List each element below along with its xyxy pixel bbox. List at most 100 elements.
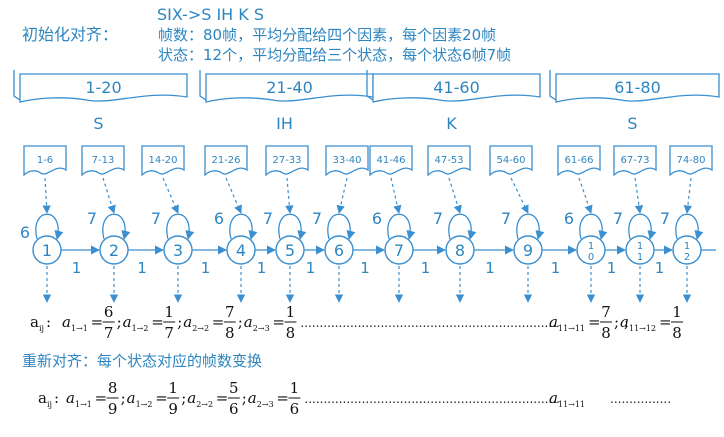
frame-to-state-arrow bbox=[510, 177, 529, 214]
fraction-numerator: 6 bbox=[104, 303, 114, 321]
state-number: 7 bbox=[394, 241, 404, 260]
hmm-state: 10 6 bbox=[564, 209, 608, 303]
state-number: 4 bbox=[236, 241, 246, 260]
state-number: 8 bbox=[455, 241, 465, 260]
realign-label: 重新对齐：每个状态对应的帧数变换 bbox=[22, 352, 262, 370]
phone-label: S bbox=[93, 114, 103, 133]
self-loop-arrow bbox=[516, 213, 545, 240]
transition-term: a 1→2 =1 9; bbox=[127, 379, 187, 418]
term-symbol: a bbox=[549, 313, 558, 331]
frame-range-box: 47-53 bbox=[427, 145, 471, 177]
transition-term: a 1→2 =1 7; bbox=[123, 303, 183, 342]
term-separator: ; bbox=[117, 313, 122, 331]
transition-label: 1 bbox=[655, 259, 665, 277]
fraction-numerator: 1 bbox=[290, 379, 300, 397]
phone-range-label: 41-60 bbox=[433, 78, 480, 97]
fraction-denominator: 8 bbox=[225, 324, 235, 342]
term-equals: = bbox=[95, 389, 108, 407]
hmm-state: 87 bbox=[433, 209, 477, 303]
self-loop-label: 7 bbox=[263, 209, 273, 228]
frame-to-state-arrow bbox=[102, 177, 116, 214]
self-loop-label: 7 bbox=[613, 209, 623, 228]
phone-range-box: 1-20 S bbox=[13, 70, 188, 133]
hmm-state: 11 7 bbox=[613, 209, 657, 303]
self-loop-arrow bbox=[35, 213, 64, 240]
phone-label: K bbox=[446, 114, 457, 133]
frame-to-state-arrow bbox=[336, 177, 348, 214]
term-symbol: a bbox=[123, 313, 132, 331]
fraction-numerator: 7 bbox=[601, 303, 611, 321]
fraction-denominator: 9 bbox=[108, 400, 118, 418]
state-number: 1 bbox=[684, 241, 690, 252]
transition-label: 1 bbox=[607, 259, 617, 277]
hmm-state: 67 bbox=[312, 209, 356, 303]
frame-to-state-arrow bbox=[683, 177, 693, 214]
state-number: 5 bbox=[285, 241, 295, 260]
frame-range-box: 21-26 bbox=[204, 145, 248, 177]
frame-to-state-arrow bbox=[162, 177, 179, 214]
phone-range-label: 61-80 bbox=[614, 78, 661, 97]
term-equals: = bbox=[155, 389, 168, 407]
term-symbol: a bbox=[248, 389, 257, 407]
transition-term: a 2→3 =1 8 bbox=[244, 303, 297, 342]
hmm-state: 97 bbox=[501, 209, 545, 303]
hmm-state: 16 bbox=[20, 213, 64, 303]
self-loop-label: 6 bbox=[372, 209, 382, 228]
fraction-numerator: 8 bbox=[108, 379, 118, 397]
transition-equation-realigned: a ij : a 1→1 =89; a 1→2 =19; a 2→2 =56; a 2→3 =16..… bbox=[38, 379, 671, 418]
self-loop-arrow bbox=[166, 213, 195, 240]
self-loop-label: 7 bbox=[501, 209, 511, 228]
state-number: 6 bbox=[334, 241, 344, 260]
term-subscript: 1→1 bbox=[75, 400, 92, 409]
term-separator: ; bbox=[624, 313, 629, 331]
fraction-numerator: 1 bbox=[286, 303, 296, 321]
term-separator: ; bbox=[121, 389, 126, 407]
term-subscript: 1→2 bbox=[132, 324, 149, 333]
transition-term: a 2→2 =7 8; bbox=[183, 303, 243, 342]
fraction-numerator: 1 bbox=[672, 303, 682, 321]
frame-range-label: 74-80 bbox=[676, 155, 705, 166]
term-subscript: 2→2 bbox=[192, 324, 209, 333]
state-number-second-digit: 2 bbox=[684, 252, 690, 263]
phone-range-box: 41-60 K bbox=[366, 70, 541, 133]
term-subscript: 11→11 bbox=[558, 400, 585, 409]
self-loop-arrow bbox=[327, 213, 356, 240]
transition-term: a 2→3 =1 6 bbox=[248, 379, 301, 418]
frame-range-label: 14-20 bbox=[148, 155, 177, 166]
phone-label: S bbox=[627, 114, 637, 133]
transition-label: 1 bbox=[137, 259, 147, 277]
fraction-denominator: 8 bbox=[286, 324, 296, 342]
self-loop-arrow bbox=[387, 213, 416, 240]
frame-to-state-arrow bbox=[42, 177, 51, 214]
self-loop-arrow bbox=[579, 213, 608, 240]
fraction-numerator: 1 bbox=[168, 379, 178, 397]
term-subscript: 11→12 bbox=[629, 324, 656, 333]
hmm-alignment-diagram: 初始化对齐： SIX->S IH K S 帧数：80帧，平均分配给四个因素，每个… bbox=[13, 5, 720, 418]
fraction-denominator: 9 bbox=[168, 400, 178, 418]
frames-description: 帧数：80帧，平均分配给四个因素，每个因素20帧 bbox=[158, 26, 496, 44]
self-loop-label: 6 bbox=[214, 209, 224, 228]
transition-term: a 1→1 =8 9; bbox=[66, 379, 126, 418]
phone-range-box: 21-40 IH bbox=[199, 70, 374, 133]
phone-range-box: 61-80 S bbox=[549, 70, 720, 133]
frame-to-state-arrow bbox=[390, 177, 402, 214]
frame-range-box: 7-13 bbox=[81, 145, 125, 177]
frame-range-label: 7-13 bbox=[92, 155, 115, 166]
frame-range-label: 21-26 bbox=[211, 155, 240, 166]
transition-label: 1 bbox=[421, 259, 431, 277]
states-description: 状态：12个，平均分配给三个状态，每个状态6帧7帧 bbox=[158, 46, 511, 64]
term-subscript: 1→2 bbox=[136, 400, 153, 409]
state-number: 1 bbox=[42, 241, 52, 260]
fraction-denominator: 8 bbox=[672, 324, 682, 342]
phone-range-tab bbox=[199, 70, 207, 101]
eq1-colon: : bbox=[46, 313, 51, 331]
frame-range-box: 61-66 bbox=[557, 145, 601, 177]
term-symbol: a bbox=[127, 389, 136, 407]
self-loop-label: 6 bbox=[564, 209, 574, 228]
term-symbol: a bbox=[549, 389, 558, 407]
term-subscript: 11→11 bbox=[558, 324, 585, 333]
term-subscript: 2→2 bbox=[196, 400, 213, 409]
term-separator: ; bbox=[238, 313, 243, 331]
fraction-denominator: 6 bbox=[229, 400, 239, 418]
frame-range-label: 54-60 bbox=[496, 155, 525, 166]
